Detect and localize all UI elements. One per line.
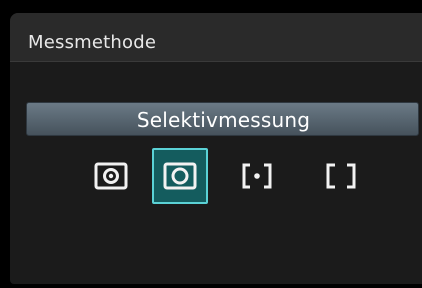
spot-metering-option[interactable] <box>229 148 285 204</box>
selected-option-label: Selektivmessung <box>136 108 311 132</box>
metering-mode-panel: Messmethode Selektivmessung <box>10 13 422 284</box>
spot-metering-icon <box>242 163 272 189</box>
center-weighted-metering-option[interactable] <box>313 148 369 204</box>
center-weighted-metering-icon <box>326 163 356 189</box>
page-title: Messmethode <box>28 32 157 53</box>
evaluative-metering-icon <box>94 162 128 190</box>
metering-options <box>10 148 422 208</box>
title-bar: Messmethode <box>10 13 422 62</box>
partial-metering-option[interactable] <box>152 148 208 204</box>
selected-option-label-bar: Selektivmessung <box>26 102 419 136</box>
evaluative-metering-option[interactable] <box>83 148 139 204</box>
camera-menu-screen: Messmethode Selektivmessung <box>0 0 422 288</box>
partial-metering-icon <box>163 162 197 190</box>
